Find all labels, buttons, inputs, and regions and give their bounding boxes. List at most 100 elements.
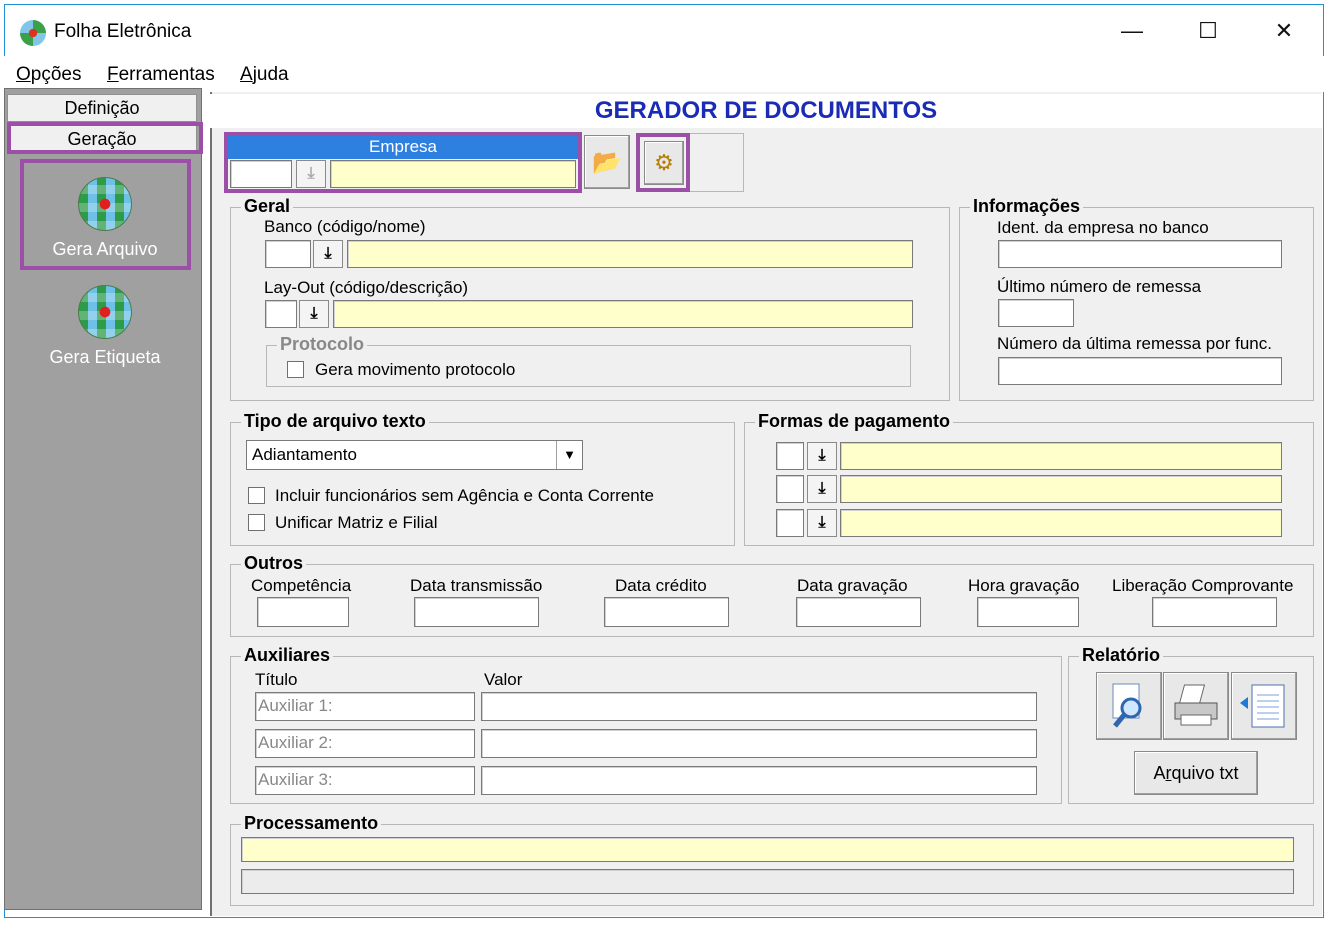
close-button[interactable]: ✕	[1264, 13, 1304, 49]
gera-etiqueta-button[interactable]: Gera Etiqueta	[21, 285, 189, 368]
printer-icon	[1174, 684, 1218, 726]
data-gravacao-input[interactable]	[796, 597, 921, 627]
ident-label: Ident. da empresa no banco	[997, 218, 1209, 237]
download-icon: ⤓	[818, 514, 826, 531]
download-icon: ⤓	[818, 480, 826, 497]
auxiliar-2-title[interactable]: Auxiliar 2:	[255, 729, 475, 758]
unificar-label: Unificar Matriz e Filial	[275, 513, 438, 532]
preview-button[interactable]	[1096, 672, 1162, 740]
sidebar: Definição Geração Gera Arquivo Gera Etiq…	[4, 88, 202, 910]
forma1-download-button[interactable]: ⤓	[807, 442, 837, 470]
competencia-input[interactable]	[257, 597, 349, 627]
ultimo-label: Último número de remessa	[997, 277, 1202, 296]
export-button[interactable]	[1231, 672, 1297, 740]
incluir-label: Incluir funcionários sem Agência e Conta…	[275, 486, 654, 505]
process-button[interactable]: ⚙	[644, 141, 684, 185]
auxiliar-1-title[interactable]: Auxiliar 1:	[255, 692, 475, 721]
informacoes-title: Informações	[970, 196, 1084, 217]
title-bar: Folha Eletrônica — ☐ ✕	[5, 5, 1323, 57]
download-icon: ⤓	[818, 447, 826, 464]
forma3-code-input[interactable]	[776, 509, 804, 537]
forma3-desc-input[interactable]	[840, 509, 1282, 537]
forma2-download-button[interactable]: ⤓	[807, 475, 837, 503]
liberacao-label: Liberação Comprovante	[1112, 576, 1294, 595]
formas-pagamento-title: Formas de pagamento	[755, 411, 954, 432]
processamento-status-field	[241, 837, 1294, 862]
minimize-button[interactable]: —	[1112, 13, 1152, 49]
liberacao-input[interactable]	[1152, 597, 1277, 627]
layout-download-button[interactable]: ⤓	[299, 300, 329, 328]
empresa-code-input[interactable]	[230, 160, 292, 188]
auxiliares-title: Auxiliares	[241, 645, 334, 666]
numero-input[interactable]	[998, 357, 1282, 385]
globe-icon	[78, 177, 132, 231]
auxiliar-3-value[interactable]	[481, 766, 1037, 795]
page-title: GERADOR DE DOCUMENTOS	[210, 94, 1322, 128]
tipo-arquivo-select[interactable]: Adiantamento ▼	[246, 440, 583, 470]
menu-bar: Opções Ferramentas Ajuda	[4, 56, 1324, 92]
forma2-desc-input[interactable]	[840, 475, 1282, 503]
protocolo-checkbox[interactable]	[287, 361, 304, 378]
forma3-download-button[interactable]: ⤓	[807, 509, 837, 537]
ultimo-input[interactable]	[998, 299, 1074, 327]
folder-open-icon: 📂	[592, 148, 622, 176]
banco-code-input[interactable]	[265, 240, 311, 268]
processamento-progress-bar	[241, 869, 1294, 894]
maximize-button[interactable]: ☐	[1188, 13, 1228, 49]
export-document-icon	[1240, 684, 1285, 728]
numero-label: Número da última remessa por func.	[997, 334, 1272, 353]
globe-icon	[78, 285, 132, 339]
menu-ferramentas[interactable]: Ferramentas	[107, 64, 215, 86]
print-button[interactable]	[1163, 672, 1229, 740]
unificar-checkbox[interactable]	[248, 514, 265, 531]
tab-geracao[interactable]: Geração	[7, 125, 197, 153]
data-transmissao-input[interactable]	[414, 597, 539, 627]
gera-arquivo-label: Gera Arquivo	[52, 239, 158, 259]
outros-title: Outros	[241, 553, 307, 574]
banco-download-button[interactable]: ⤓	[313, 240, 343, 268]
arquivo-txt-button[interactable]: Ar quivo txt	[1134, 751, 1258, 795]
banco-label: Banco (código/nome)	[264, 217, 426, 236]
protocolo-title: Protocolo	[277, 334, 367, 355]
empresa-download-button[interactable]: ⤓	[296, 160, 326, 188]
download-icon: ⤓	[310, 305, 318, 322]
ident-input[interactable]	[998, 240, 1282, 268]
gear-icon: ⚙	[654, 150, 674, 175]
app-logo-icon	[20, 20, 46, 46]
menu-opcoes[interactable]: Opções	[16, 64, 81, 86]
auxiliar-3-title[interactable]: Auxiliar 3:	[255, 766, 475, 795]
hora-gravacao-input[interactable]	[977, 597, 1079, 627]
geral-title: Geral	[241, 196, 294, 217]
auxiliar-2-value[interactable]	[481, 729, 1037, 758]
download-icon: ⤓	[307, 165, 315, 182]
menu-ajuda[interactable]: Ajuda	[240, 64, 289, 86]
layout-code-input[interactable]	[265, 300, 297, 328]
processamento-title: Processamento	[241, 813, 382, 834]
titulo-col-label: Título	[255, 670, 298, 689]
tipo-arquivo-title: Tipo de arquivo texto	[241, 411, 429, 432]
forma1-desc-input[interactable]	[840, 442, 1282, 470]
chevron-down-icon: ▼	[556, 441, 582, 469]
protocolo-checkbox-label: Gera movimento protocolo	[315, 360, 516, 379]
window-title: Folha Eletrônica	[54, 21, 192, 42]
banco-name-input[interactable]	[347, 240, 913, 268]
relatorio-title: Relatório	[1079, 645, 1164, 666]
competencia-label: Competência	[251, 576, 352, 595]
forma1-code-input[interactable]	[776, 442, 804, 470]
forma2-code-input[interactable]	[776, 475, 804, 503]
gera-arquivo-button[interactable]: Gera Arquivo	[21, 177, 189, 260]
download-icon: ⤓	[324, 245, 332, 262]
data-credito-input[interactable]	[604, 597, 729, 627]
layout-label: Lay-Out (código/descrição)	[264, 278, 469, 297]
empresa-name-input[interactable]	[330, 160, 576, 188]
data-transmissao-label: Data transmissão	[410, 576, 543, 595]
auxiliar-1-value[interactable]	[481, 692, 1037, 721]
data-gravacao-label: Data gravação	[797, 576, 908, 595]
tipo-arquivo-value: Adiantamento	[252, 445, 357, 464]
empresa-header: Empresa	[228, 135, 578, 159]
layout-desc-input[interactable]	[333, 300, 913, 328]
incluir-checkbox[interactable]	[248, 487, 265, 504]
valor-col-label: Valor	[484, 670, 523, 689]
tab-definicao[interactable]: Definição	[7, 94, 197, 122]
open-folder-button[interactable]: 📂	[584, 135, 630, 189]
